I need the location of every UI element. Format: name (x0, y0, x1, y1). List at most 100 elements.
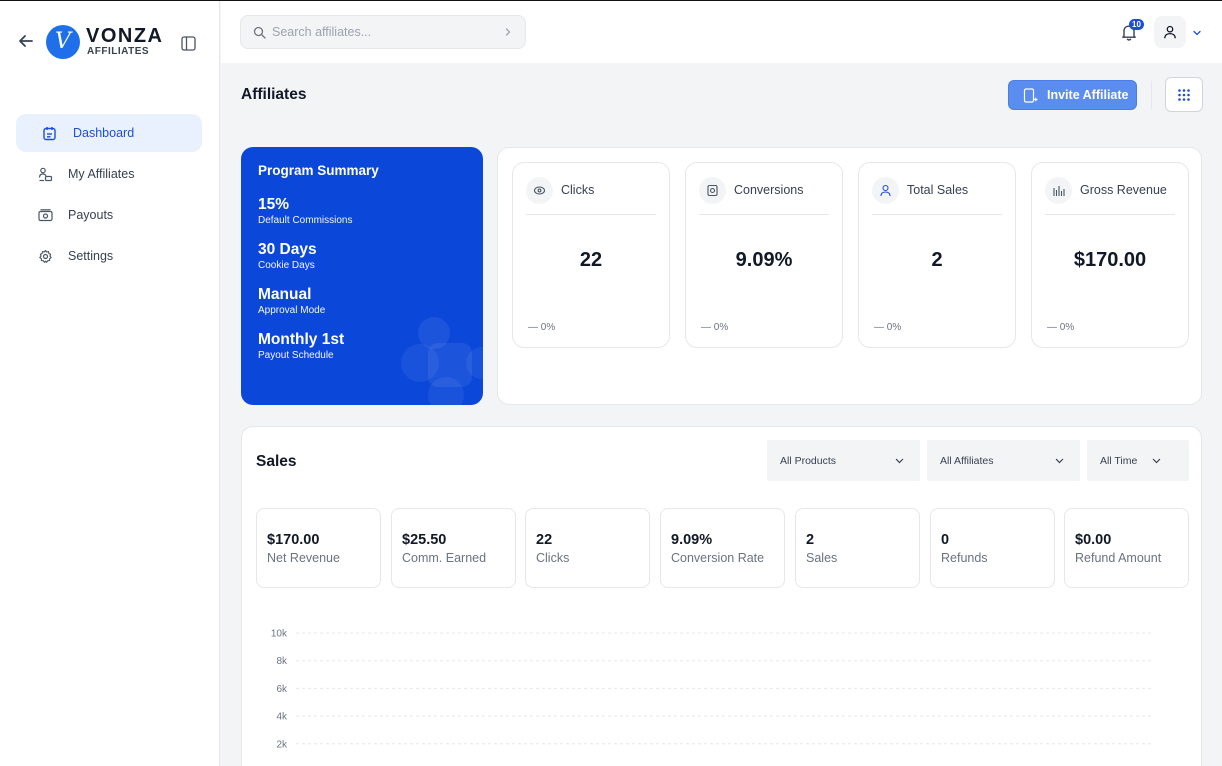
search-input[interactable] (272, 25, 492, 39)
stat-value: $170.00 (267, 532, 320, 548)
y-tick-label: 2k (276, 739, 288, 750)
program-item-value: Manual (258, 286, 312, 303)
logo-title: VONZA (86, 25, 164, 47)
chevron-right-icon (505, 28, 511, 36)
add-user-icon (1023, 87, 1038, 103)
payouts-icon (38, 208, 53, 221)
metric-card-clicks: Clicks 22 — 0% (512, 162, 670, 348)
stat-label: Refund Amount (1075, 551, 1162, 565)
program-item-cookie: 30 Days Cookie Days (258, 241, 466, 273)
stat-value: $0.00 (1075, 532, 1112, 548)
metric-delta-value: 0% (713, 322, 729, 333)
bar-chart-icon (1053, 185, 1065, 196)
logo-subtitle: AFFILIATES (87, 46, 150, 57)
metric-header: Clicks (526, 176, 656, 215)
logo: VONZA AFFILIATES (86, 25, 164, 57)
back-arrow-icon[interactable] (16, 31, 36, 51)
user-icon (880, 184, 891, 196)
search-box[interactable] (240, 15, 526, 49)
sidebar: V VONZA AFFILIATES Dashboard My Affiliat… (0, 1, 220, 766)
user-icon (1164, 25, 1176, 39)
chevron-down-icon (1152, 458, 1161, 464)
apps-grid-button[interactable] (1165, 77, 1203, 112)
sales-title: Sales (256, 453, 297, 470)
program-item-label: Default Commissions (258, 215, 353, 226)
products-filter-dropdown[interactable]: All Products (767, 440, 920, 481)
metric-delta: — 0% (701, 322, 729, 333)
stat-sales: 2 Sales (795, 508, 920, 588)
stat-label: Sales (806, 551, 838, 565)
metric-value: 2 (931, 249, 943, 271)
sidebar-item-label: Payouts (68, 208, 114, 222)
y-tick-label: 10k (271, 629, 288, 640)
decorative-shapes-icon (401, 317, 483, 405)
stat-clicks: 22 Clicks (525, 508, 650, 588)
metric-label: Conversions (734, 183, 804, 197)
metrics-panel: Clicks 22 — 0% Conversions 9.09% — 0% To… (497, 147, 1202, 405)
stat-net-revenue: $170.00 Net Revenue (256, 508, 381, 588)
chevron-down-icon (1055, 458, 1064, 464)
logo-mark: V (46, 25, 80, 59)
stat-refunds: 0 Refunds (930, 508, 1055, 588)
header-divider (1151, 81, 1152, 109)
gear-icon (39, 249, 52, 263)
metric-value: 22 (579, 249, 603, 271)
metric-value: 9.09% (735, 249, 793, 271)
y-tick-label: 8k (276, 656, 288, 667)
invite-affiliate-button[interactable]: Invite Affiliate (1008, 80, 1137, 110)
metric-delta: — 0% (874, 322, 902, 333)
grid-icon (1178, 88, 1190, 101)
stat-label: Comm. Earned (402, 551, 487, 565)
sales-card: Sales All Products All Affiliates All Ti… (241, 426, 1202, 766)
stat-value: $25.50 (402, 532, 447, 548)
metric-icon-wrap (872, 176, 899, 204)
search-icon (253, 26, 266, 39)
time-filter-dropdown[interactable]: All Time (1087, 440, 1189, 481)
sidebar-nav: Dashboard My Affiliates Payouts Settings (16, 114, 202, 278)
sidebar-collapse-icon[interactable] (181, 36, 196, 51)
program-item-label: Cookie Days (258, 260, 315, 271)
affiliates-icon (38, 167, 53, 181)
stat-value: 22 (536, 532, 553, 548)
sidebar-item-my-affiliates[interactable]: My Affiliates (16, 155, 202, 193)
program-item-value: 30 Days (258, 241, 317, 258)
clicks-icon (533, 185, 546, 195)
chevron-down-icon (895, 458, 904, 464)
stat-value: 0 (941, 532, 950, 548)
sidebar-item-payouts[interactable]: Payouts (16, 196, 202, 234)
stat-value: 2 (806, 532, 815, 548)
sidebar-item-settings[interactable]: Settings (16, 237, 202, 275)
metric-delta-value: 0% (1059, 322, 1075, 333)
metric-icon-wrap (526, 176, 553, 204)
y-tick-label: 4k (276, 712, 288, 723)
stat-refund-amount: $0.00 Refund Amount (1064, 508, 1189, 588)
user-menu-button[interactable] (1154, 16, 1186, 48)
dropdown-value: All Products (780, 454, 837, 467)
affiliates-filter-dropdown[interactable]: All Affiliates (927, 440, 1080, 481)
chevron-down-icon[interactable] (1192, 28, 1202, 38)
page-title: Affiliates (241, 86, 307, 103)
metric-delta-value: 0% (540, 322, 556, 333)
dropdown-value: All Affiliates (940, 454, 994, 467)
program-summary-title: Program Summary (258, 163, 379, 178)
metric-header: Total Sales (872, 176, 1002, 215)
program-item-commission: 15% Default Commissions (258, 196, 466, 228)
invite-affiliate-label: Invite Affiliate (1047, 88, 1129, 102)
sidebar-item-label: Settings (68, 249, 114, 263)
top-bar: 10 (221, 1, 1222, 63)
sidebar-item-label: My Affiliates (68, 167, 135, 181)
metric-icon-wrap (1045, 176, 1072, 204)
stat-label: Refunds (941, 551, 988, 565)
metric-label: Gross Revenue (1080, 183, 1167, 197)
metric-card-conversions: Conversions 9.09% — 0% (685, 162, 843, 348)
metric-header: Conversions (699, 176, 829, 215)
metric-delta: — 0% (528, 322, 556, 333)
stat-label: Conversion Rate (671, 551, 765, 565)
stat-conversion-rate: 9.09% Conversion Rate (660, 508, 785, 588)
sales-chart: 10k 8k 6k 4k 2k (271, 629, 1152, 750)
sidebar-item-dashboard[interactable]: Dashboard (16, 114, 202, 152)
metric-card-total-sales: Total Sales 2 — 0% (858, 162, 1016, 348)
stat-label: Clicks (536, 551, 570, 565)
y-tick-label: 6k (276, 684, 288, 695)
program-item-value: 15% (258, 196, 290, 213)
